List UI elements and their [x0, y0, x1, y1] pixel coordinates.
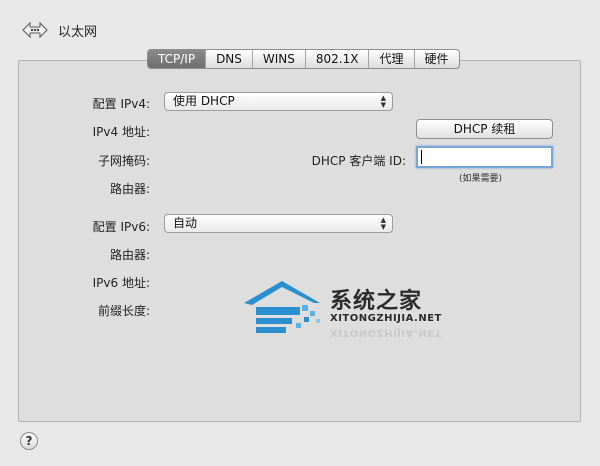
ipv6-router-label: 路由器: — [109, 248, 150, 262]
settings-panel — [18, 60, 581, 422]
configure-ipv4-select[interactable]: 使用 DHCP ▲ ▼ — [164, 92, 393, 111]
select-arrows-icon: ▲ ▼ — [380, 216, 386, 231]
configure-ipv4-label: 配置 IPv4: — [92, 97, 150, 111]
configure-ipv6-value: 自动 — [173, 216, 198, 230]
watermark-logo: 系统之家 XITONGZHIJIA.NET XITONGZHIJIA.NET — [242, 275, 472, 355]
ipv4-router-label: 路由器: — [109, 182, 150, 196]
watermark-title: 系统之家 — [330, 288, 423, 314]
dhcp-client-id-label: DHCP 客户端 ID: — [311, 154, 406, 168]
subnet-mask-label: 子网掩码: — [97, 154, 150, 168]
client-id-hint: (如果需要) — [459, 174, 503, 184]
window-title: 以太网 — [58, 24, 98, 40]
help-button[interactable]: ? — [20, 432, 38, 450]
tab-proxy[interactable]: 代理 — [368, 50, 413, 68]
tab-bar: TCP/IP DNS WINS 802.1X 代理 硬件 — [147, 49, 460, 69]
select-arrows-icon: ▲ ▼ — [380, 94, 386, 109]
tab-8021x[interactable]: 802.1X — [304, 50, 369, 68]
tab-tcpip[interactable]: TCP/IP — [148, 50, 206, 68]
dhcp-renew-button[interactable]: DHCP 续租 — [416, 119, 553, 139]
watermark-reflection: XITONGZHIJIA.NET — [330, 327, 442, 338]
tab-dns[interactable]: DNS — [205, 50, 252, 68]
tab-wins[interactable]: WINS — [251, 50, 305, 68]
watermark-subtitle: XITONGZHIJIA.NET — [330, 313, 442, 324]
configure-ipv4-value: 使用 DHCP — [173, 94, 235, 108]
tab-hardware[interactable]: 硬件 — [413, 50, 459, 68]
text-caret — [421, 150, 422, 164]
dhcp-client-id-input[interactable] — [416, 146, 553, 168]
ipv6-address-label: IPv6 地址: — [92, 276, 150, 290]
back-forward-icon[interactable] — [20, 20, 50, 40]
ipv4-address-label: IPv4 地址: — [92, 125, 150, 139]
prefix-length-label: 前缀长度: — [97, 304, 150, 318]
configure-ipv6-label: 配置 IPv6: — [92, 220, 150, 234]
configure-ipv6-select[interactable]: 自动 ▲ ▼ — [164, 214, 393, 233]
house-logo-icon — [244, 281, 320, 333]
window-header: 以太网 — [20, 18, 97, 42]
